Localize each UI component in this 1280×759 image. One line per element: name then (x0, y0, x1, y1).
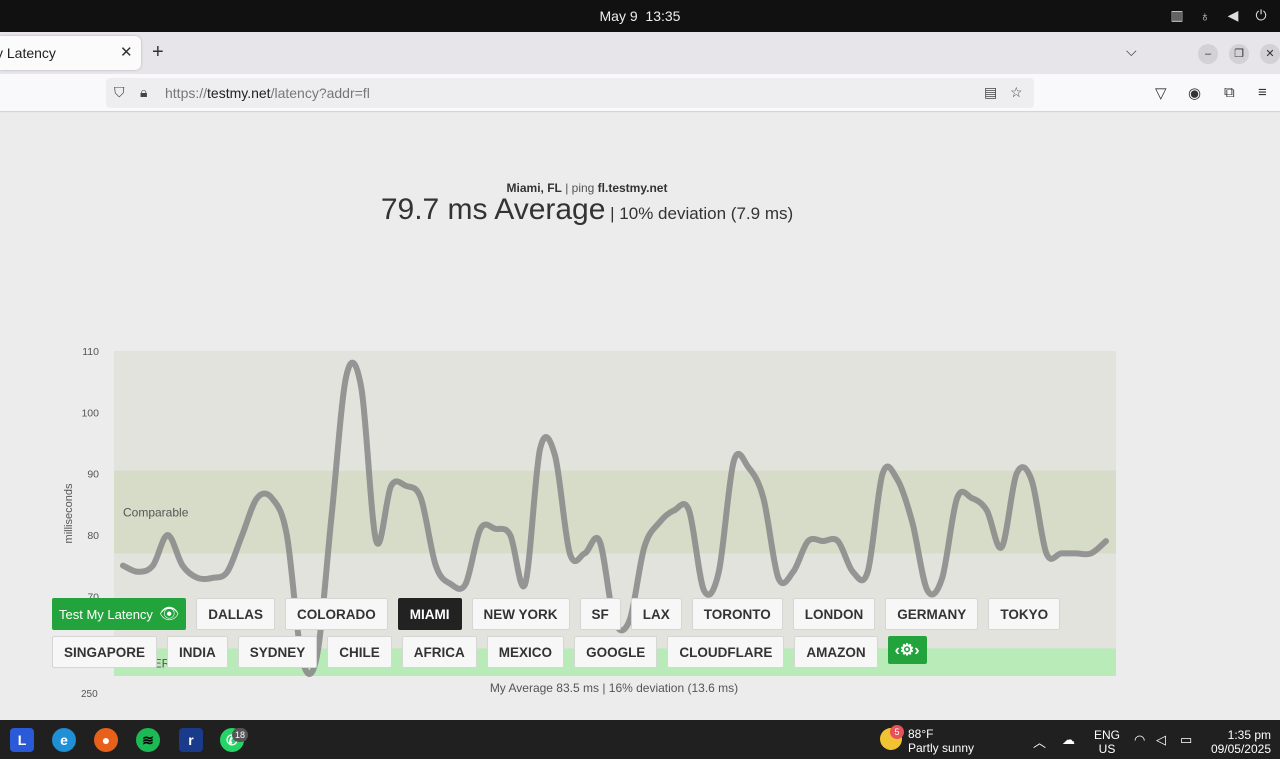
test-my-latency-button[interactable]: Test My Latency 👁︎ (52, 598, 187, 630)
y-axis-label: milliseconds (63, 483, 75, 543)
deviation-text: | 10% deviation (7.9 ms) (605, 204, 794, 223)
y-tick-label: 80 (87, 530, 99, 542)
spotify-icon[interactable]: ≋ (136, 728, 160, 752)
server-germany-button[interactable]: GERMANY (885, 598, 979, 630)
server-sf-button[interactable]: SF (579, 598, 621, 630)
band-label-comparable: Comparable (123, 506, 189, 520)
url-scheme: https:// (165, 85, 208, 101)
server-amazon-button[interactable]: AMAZON (794, 636, 878, 668)
server-mexico-button[interactable]: MEXICO (486, 636, 565, 668)
weather-temp: 88°F (908, 727, 934, 741)
server-singapore-button[interactable]: SINGAPORE (52, 636, 158, 668)
battery-icon[interactable]: ▭ (1180, 732, 1192, 748)
bookmark-star-icon[interactable]: ☆ (1010, 84, 1023, 101)
system-clock[interactable]: May 9 13:35 (0, 8, 1280, 24)
taskbar-clock[interactable]: 1:35 pm 09/05/2025 (1211, 728, 1271, 756)
weather-desc: Partly sunny (908, 741, 975, 755)
y-tick-label: 100 (81, 407, 99, 419)
lock-icon[interactable]: 🔒︎ (140, 84, 147, 101)
menu-icon[interactable]: ≡ (1258, 84, 1267, 101)
y-tick-label: 110 (82, 346, 99, 358)
remote-desktop-icon[interactable]: r (179, 728, 203, 752)
language-indicator[interactable]: ENG US (1094, 728, 1120, 756)
bottom-value-label: 250 (81, 689, 98, 700)
server-new-york-button[interactable]: NEW YORK (471, 598, 570, 630)
taskbar: L e ● ≋ r ✆ 18 5 88°F Partly sunny ︿ ☁ E… (0, 720, 1280, 759)
server-sydney-button[interactable]: SYDNEY (237, 636, 318, 668)
pocket-icon[interactable]: ▽ (1155, 84, 1167, 102)
server-london-button[interactable]: LONDON (792, 598, 876, 630)
whatsapp-badge: 18 (232, 728, 248, 742)
region-code: US (1098, 742, 1116, 756)
test-button-label: Test My Latency (59, 606, 153, 622)
language-code: ENG (1094, 728, 1121, 742)
cloud-offline-icon[interactable]: ☁ (1062, 732, 1075, 748)
server-dallas-button[interactable]: DALLAS (196, 598, 275, 630)
server-colorado-button[interactable]: COLORADO (285, 598, 388, 630)
network-icon[interactable]: ♁ (1196, 8, 1214, 24)
server-row-2: SINGAPORE INDIA SYDNEY CHILE AFRICA MEXICO GOO… (52, 636, 927, 668)
server-cloudflare-button[interactable]: CLOUDFLARE (667, 636, 785, 668)
server-miami-button[interactable]: MIAMI (397, 598, 462, 630)
gear-icon: ‹⚙› (894, 642, 920, 659)
close-window-icon[interactable]: ✕ (1260, 44, 1280, 64)
settings-gear-button[interactable]: ‹⚙› (887, 636, 927, 664)
taskbar-time: 1:35 pm (1227, 728, 1271, 742)
tab-strip: y Latency ✕ + ⌵ – ❐ ✕ (0, 32, 1280, 74)
server-toronto-button[interactable]: TORONTO (691, 598, 783, 630)
shield-icon[interactable]: ⛉ (114, 84, 125, 101)
tab-title: y Latency (0, 45, 56, 61)
eye-icon: 👁︎ (158, 606, 180, 623)
url-domain: testmy.net (207, 85, 271, 101)
activity-icon[interactable]: ▥ (1168, 7, 1186, 24)
server-chile-button[interactable]: CHILE (327, 636, 392, 668)
system-tray: ▥ ♁ ◀ ⏻ (1168, 7, 1270, 24)
weather-widget[interactable]: 88°F Partly sunny (908, 727, 974, 755)
speaker-icon[interactable]: ◁ (1156, 732, 1166, 748)
close-tab-icon[interactable]: ✕ (120, 43, 133, 61)
server-row-1: Test My Latency 👁︎ DALLAS COLORADO MIAMI NE… (52, 598, 1061, 630)
wifi-icon[interactable]: ◠ (1134, 732, 1145, 748)
y-tick-label: 90 (87, 469, 99, 481)
volume-icon[interactable]: ◀ (1224, 7, 1242, 24)
chevron-down-icon[interactable]: ⌵ (1126, 43, 1137, 60)
band-comparable (114, 470, 1116, 554)
server-google-button[interactable]: GOOGLE (574, 636, 658, 668)
taskbar-date: 09/05/2025 (1210, 742, 1271, 756)
page-content: Miami, FL | ping fl.testmy.net 79.7 ms A… (0, 113, 1280, 720)
restore-icon[interactable]: ❐ (1229, 44, 1249, 64)
extensions-icon[interactable]: ⧉ (1224, 84, 1235, 101)
server-africa-button[interactable]: AFRICA (401, 636, 477, 668)
edge-icon[interactable]: e (52, 728, 76, 752)
launcher-icon[interactable]: L (10, 728, 34, 752)
average-latency: 79.7 ms Average (380, 193, 606, 226)
nav-bar: ⛉ 🔒︎ https://testmy.net/latency?addr=fl … (0, 74, 1280, 112)
system-date: May 9 (599, 8, 638, 24)
account-icon[interactable]: ◉ (1188, 84, 1201, 102)
chevron-up-icon[interactable]: ︿ (1033, 732, 1046, 751)
server-tokyo-button[interactable]: TOKYO (988, 598, 1061, 630)
firefox-icon[interactable]: ● (94, 728, 118, 752)
my-average-text: My Average 83.5 ms | 16% deviation (13.6… (490, 681, 738, 695)
url-bar[interactable]: ⛉ 🔒︎ https://testmy.net/latency?addr=fl … (106, 78, 1034, 108)
power-icon[interactable]: ⏻ (1252, 7, 1270, 24)
tab-latency[interactable]: y Latency ✕ (0, 36, 141, 70)
reader-view-icon[interactable]: ▤ (984, 84, 997, 101)
weather-badge: 5 (890, 725, 904, 739)
system-top-bar: May 9 13:35 ▥ ♁ ◀ ⏻ (0, 0, 1280, 32)
latency-headline: 79.7 ms Average | 10% deviation (7.9 ms) (0, 193, 1174, 227)
system-time: 13:35 (645, 8, 681, 24)
server-india-button[interactable]: INDIA (167, 636, 228, 668)
minimize-icon[interactable]: – (1198, 44, 1218, 64)
server-lax-button[interactable]: LAX (630, 598, 682, 630)
url-path: /latency?addr=fl (270, 85, 370, 101)
url-text[interactable]: https://testmy.net/latency?addr=fl (165, 85, 370, 101)
new-tab-button[interactable]: + (152, 41, 164, 64)
